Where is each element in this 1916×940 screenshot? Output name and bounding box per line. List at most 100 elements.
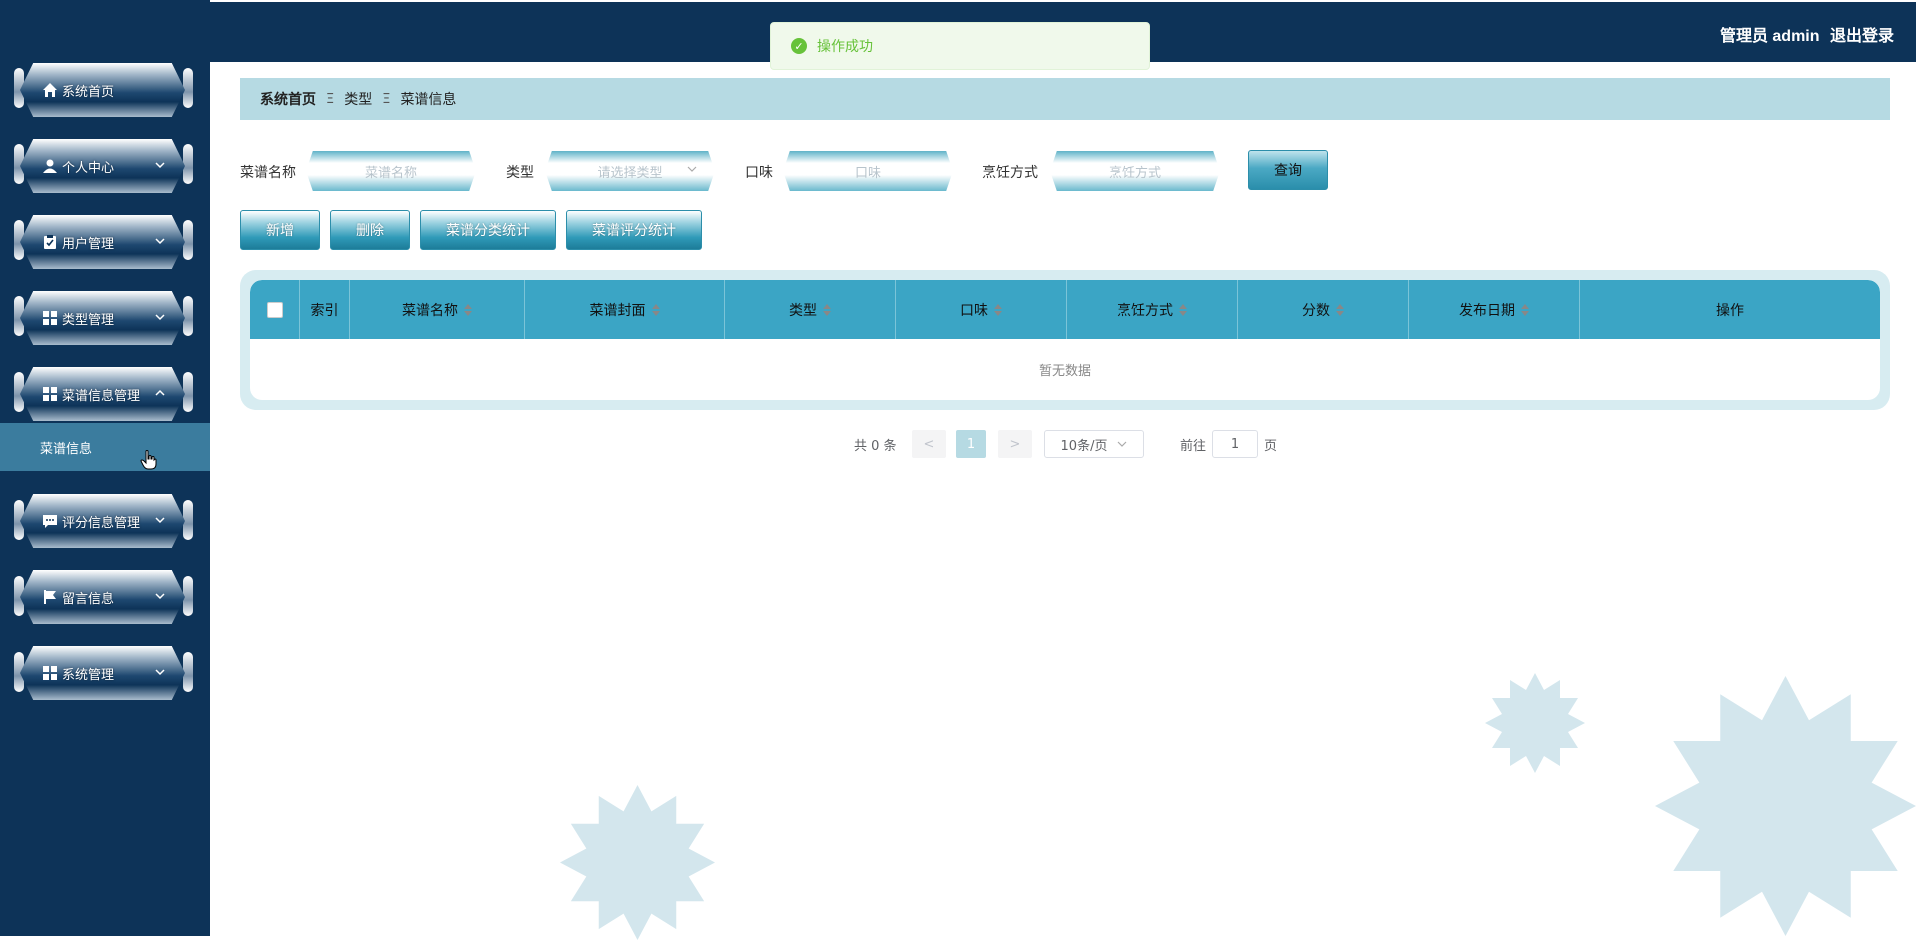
page-size-value: 10条/页 [1060, 438, 1108, 454]
logout-link[interactable]: 退出登录 [1830, 28, 1894, 45]
breadcrumb: 系统首页 Ξ 类型 Ξ 菜谱信息 [240, 78, 1890, 120]
user-info: 管理员 admin 退出登录 [1714, 22, 1894, 46]
sidebar-item-system-management[interactable]: 系统管理 [20, 646, 185, 700]
sidebar-item-user-management[interactable]: 用户管理 [20, 215, 185, 269]
empty-state-text: 暂无数据 [1038, 364, 1091, 379]
sidebar-item-type-management[interactable]: 类型管理 [20, 291, 185, 345]
sidebar-item-home[interactable]: 系统首页 [20, 63, 185, 117]
delete-button[interactable]: 删除 [330, 210, 410, 250]
column-header-label: 口味 [960, 302, 988, 319]
sidebar-subitem-label: 菜谱信息 [40, 441, 93, 457]
data-table: 索引 菜谱名称 菜谱封面 类型 口味 烹饪方式 分数 发布日期 操作 暂无数据 [240, 270, 1890, 410]
sidebar-item-label: 类型管理 [62, 312, 115, 328]
select-all-cell [250, 280, 300, 339]
menu-decoration [183, 68, 193, 108]
chevron-down-icon [155, 593, 165, 600]
sidebar-item-label: 系统管理 [62, 667, 115, 683]
page-suffix-label: 页 [1264, 438, 1278, 454]
chevron-down-icon [155, 162, 165, 169]
column-header-label: 操作 [1716, 302, 1744, 319]
sidebar-subitem-recipe-info[interactable]: 菜谱信息 [0, 423, 210, 471]
sort-icon[interactable] [1179, 303, 1187, 317]
next-page-button[interactable]: > [998, 430, 1032, 458]
table-body: 索引 菜谱名称 菜谱封面 类型 口味 烹饪方式 分数 发布日期 操作 暂无数据 [250, 280, 1880, 400]
column-header-label: 分数 [1302, 302, 1330, 319]
column-header-type[interactable]: 类型 [725, 280, 896, 339]
breadcrumb-item[interactable]: 系统首页 [260, 89, 316, 109]
search-form: 菜谱名称 菜谱名称 类型 请选择类型 口味 口味 烹饪方式 烹饪方式 查询 [240, 150, 1640, 192]
page-size-select[interactable]: 10条/页 [1044, 430, 1144, 458]
menu-decoration [183, 372, 193, 412]
column-header-actions: 操作 [1580, 280, 1880, 339]
select-all-checkbox[interactable] [266, 301, 283, 318]
goto-label: 前往 [1180, 438, 1207, 454]
column-header-recipe-cover[interactable]: 菜谱封面 [525, 280, 725, 339]
table-header: 索引 菜谱名称 菜谱封面 类型 口味 烹饪方式 分数 发布日期 操作 [250, 280, 1880, 339]
pagination: 共 0 条 < 1 > 10条/页 前往 1 页 [850, 430, 1300, 458]
category-stats-button[interactable]: 菜谱分类统计 [420, 210, 556, 250]
sidebar-item-label: 留言信息 [62, 591, 115, 607]
decorative-star [1485, 673, 1585, 773]
sidebar-item-label: 个人中心 [62, 160, 115, 176]
sidebar-item-label: 菜谱信息管理 [62, 388, 141, 404]
sidebar-item-messages[interactable]: 留言信息 [20, 570, 185, 624]
rating-stats-button[interactable]: 菜谱评分统计 [566, 210, 702, 250]
breadcrumb-separator: Ξ [326, 91, 335, 107]
chevron-down-icon [1118, 441, 1127, 447]
grid-icon [42, 665, 58, 681]
sidebar-item-personal-center[interactable]: 个人中心 [20, 139, 185, 193]
breadcrumb-item: 菜谱信息 [400, 92, 457, 108]
sort-icon[interactable] [651, 303, 660, 317]
column-header-label: 菜谱名称 [402, 302, 458, 319]
decorative-star [560, 785, 715, 940]
chevron-down-icon [687, 166, 697, 172]
toast-message: 操作成功 [817, 39, 873, 55]
sort-icon[interactable] [994, 303, 1002, 317]
chat-icon [42, 513, 58, 529]
chevron-down-icon [155, 314, 165, 321]
sidebar-item-label: 评分信息管理 [62, 515, 141, 531]
grid-icon [42, 386, 58, 402]
column-header-label: 索引 [310, 302, 339, 319]
goto-page-input[interactable]: 1 [1212, 430, 1258, 458]
sidebar-item-label: 用户管理 [62, 236, 115, 252]
sort-icon[interactable] [464, 303, 472, 317]
chevron-up-icon [155, 389, 165, 396]
sidebar-item-recipe-management[interactable]: 菜谱信息管理 [20, 367, 185, 421]
recipe-name-input[interactable]: 菜谱名称 [306, 151, 476, 191]
page-number-current[interactable]: 1 [956, 430, 986, 458]
query-button[interactable]: 查询 [1248, 150, 1328, 190]
menu-decoration [183, 296, 193, 336]
sidebar-item-label: 系统首页 [62, 84, 115, 100]
sort-icon[interactable] [1336, 303, 1344, 317]
decorative-star [1655, 676, 1916, 936]
type-select[interactable]: 请选择类型 [545, 151, 715, 191]
type-label: 类型 [506, 165, 534, 181]
sort-icon[interactable] [1521, 303, 1529, 317]
column-header-taste[interactable]: 口味 [896, 280, 1067, 339]
prev-page-button[interactable]: < [912, 430, 946, 458]
chevron-down-icon [155, 517, 165, 524]
cooking-method-input[interactable]: 烹饪方式 [1050, 151, 1220, 191]
add-button[interactable]: 新增 [240, 210, 320, 250]
sidebar: 系统首页 个人中心 用户管理 类型管理 菜谱信息管理 菜谱信息 评分信息管理 留… [0, 0, 210, 936]
column-header-index: 索引 [300, 280, 350, 339]
sidebar-item-rating-management[interactable]: 评分信息管理 [20, 494, 185, 548]
flag-icon [42, 589, 58, 605]
chevron-down-icon [155, 238, 165, 245]
check-circle-icon: ✓ [791, 38, 807, 54]
home-icon [42, 82, 58, 98]
sort-icon[interactable] [823, 303, 831, 317]
column-header-label: 类型 [789, 302, 817, 319]
success-toast: ✓ 操作成功 [770, 22, 1150, 70]
taste-label: 口味 [745, 165, 773, 181]
column-header-score[interactable]: 分数 [1238, 280, 1409, 339]
column-header-cooking-method[interactable]: 烹饪方式 [1067, 280, 1238, 339]
taste-input[interactable]: 口味 [783, 151, 953, 191]
recipe-name-label: 菜谱名称 [240, 165, 296, 181]
breadcrumb-separator: Ξ [382, 91, 391, 107]
column-header-publish-date[interactable]: 发布日期 [1409, 280, 1580, 339]
breadcrumb-item[interactable]: 类型 [344, 89, 372, 109]
column-header-recipe-name[interactable]: 菜谱名称 [350, 280, 525, 339]
grid-icon [42, 310, 58, 326]
